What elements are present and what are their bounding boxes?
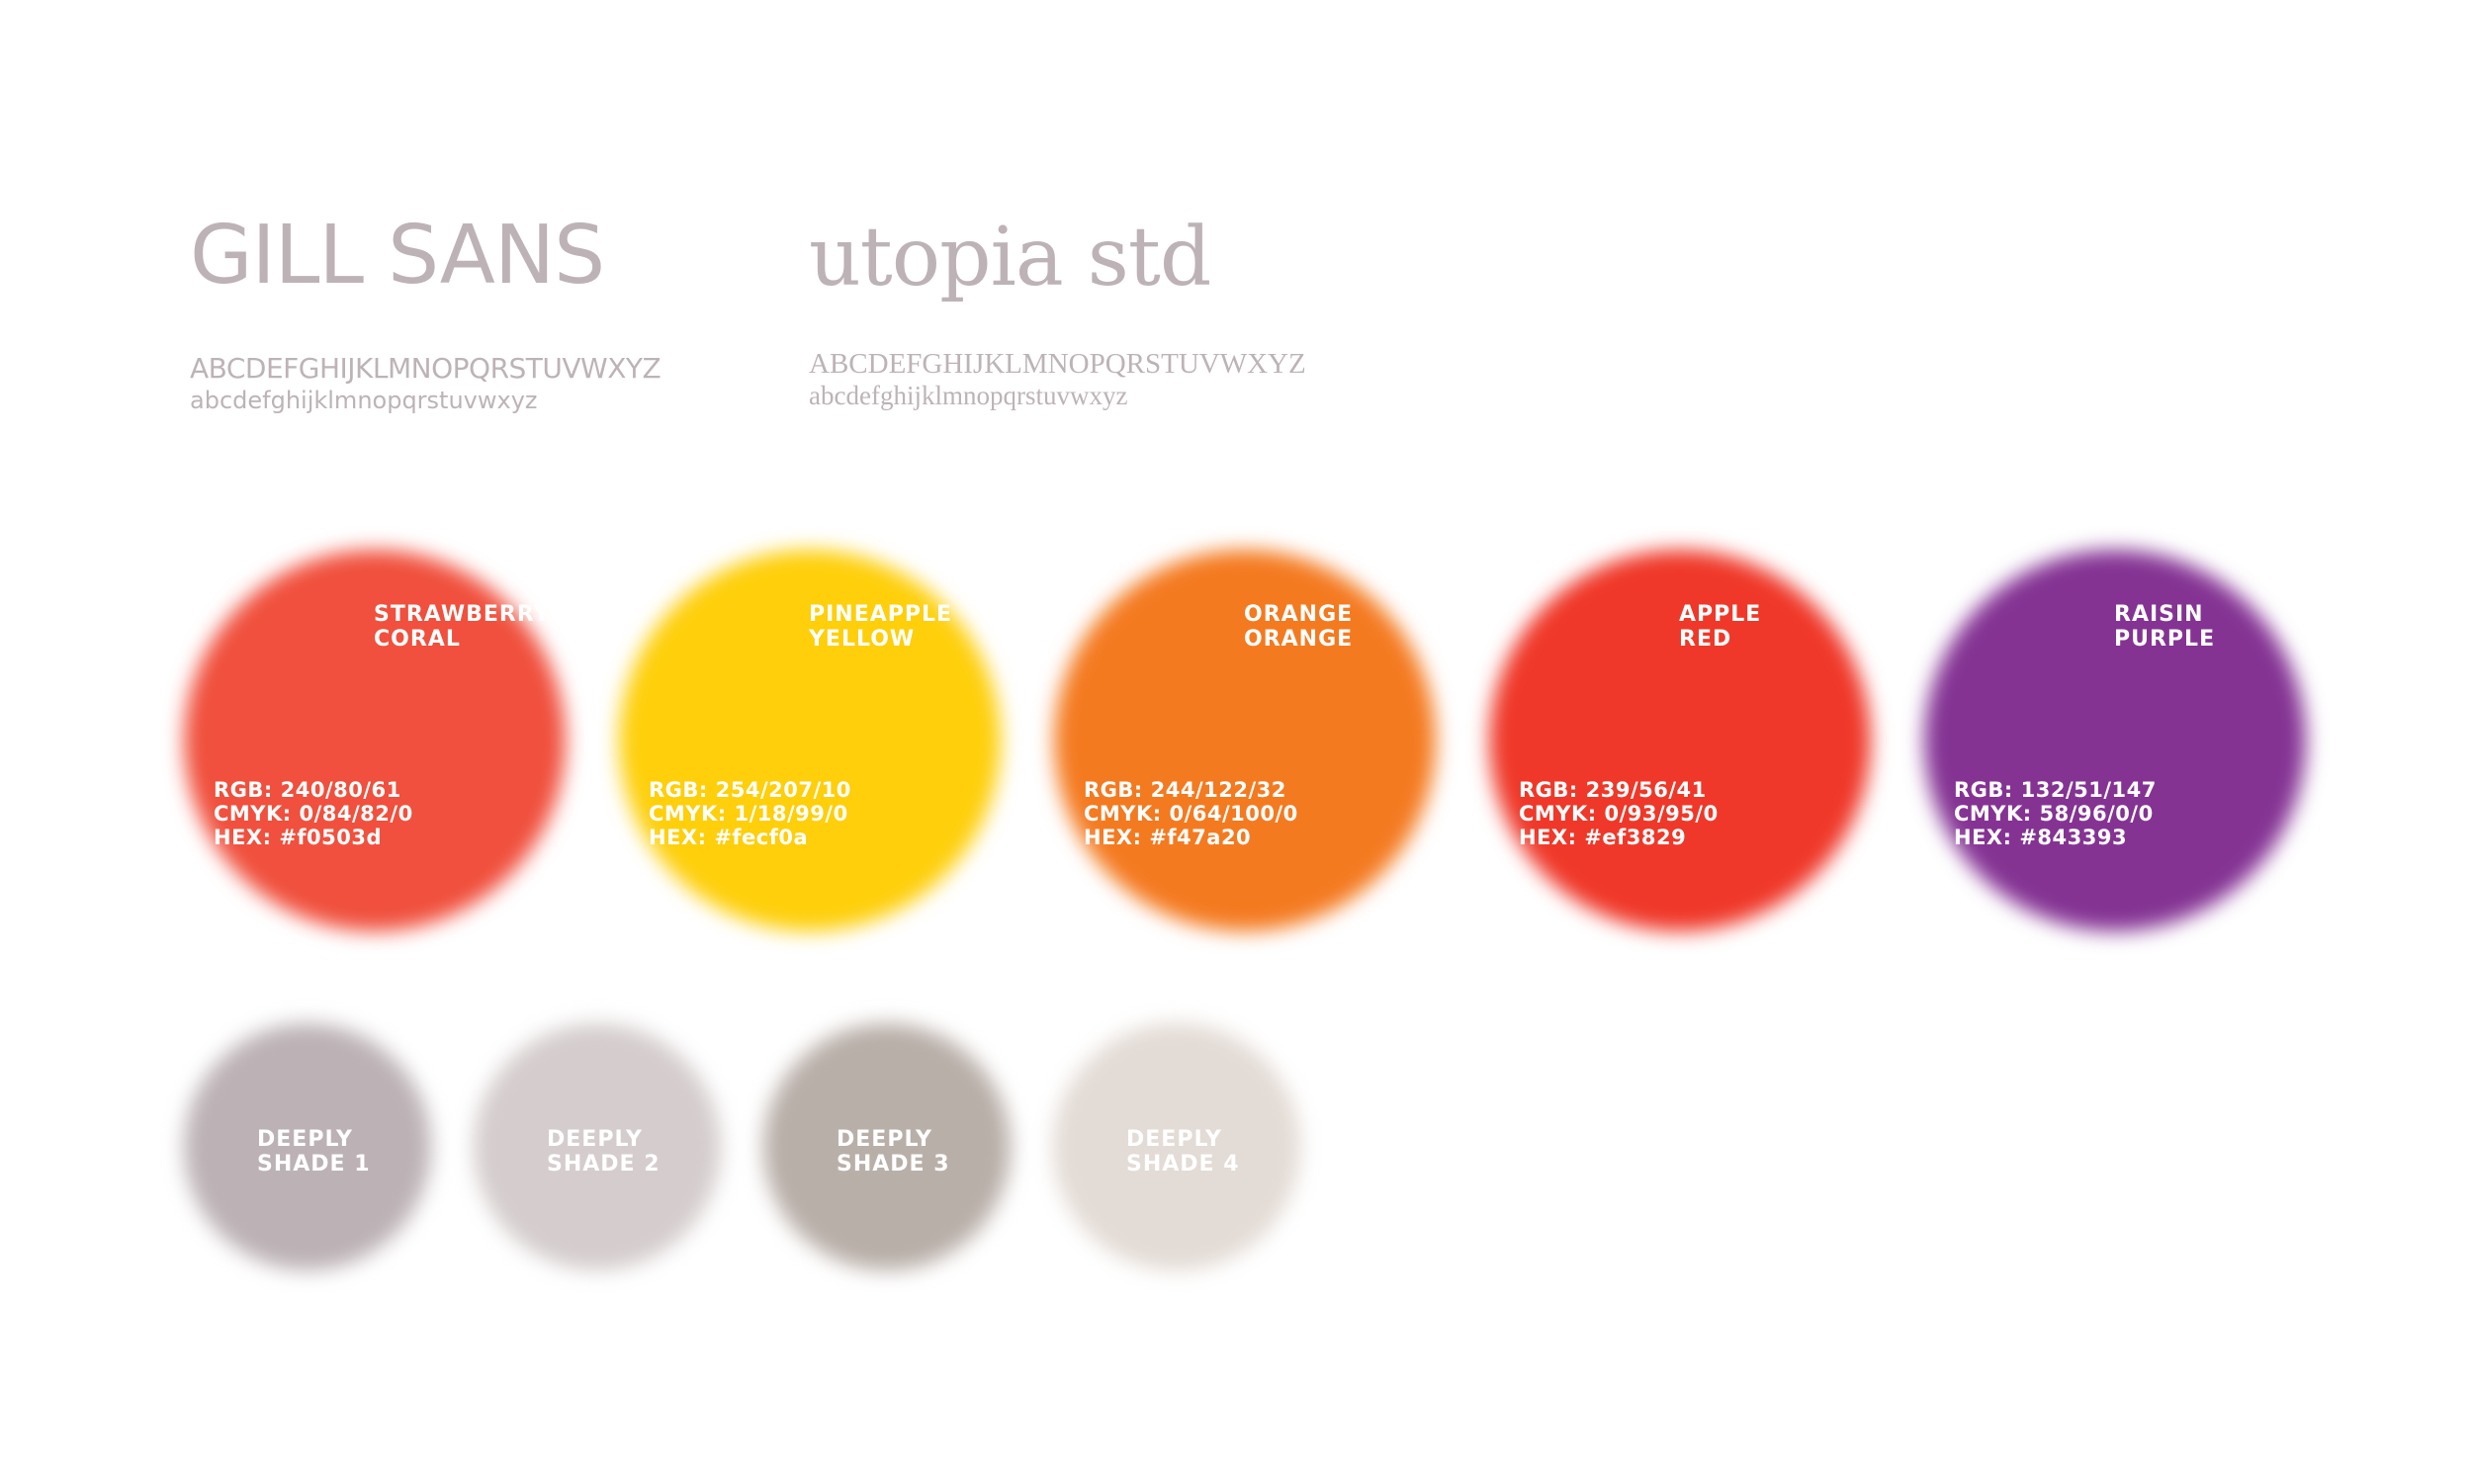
shade-name-1: DEEPLY SHADE 1 (257, 1127, 371, 1177)
color-values-orange-orange: RGB: 244/122/32 CMYK: 0/64/100/0 HEX: #f… (1084, 778, 1298, 849)
color-name-pineapple-yellow: PINEAPPLE YELLOW (809, 602, 953, 652)
color-name-orange-orange: ORANGE ORANGE (1244, 602, 1354, 652)
gill-sans-specimen: GILL SANS ABCDEFGHIJKLMNOPQRSTUVWXYZ abc… (190, 209, 662, 415)
color-name-raisin-purple: RAISIN PURPLE (2114, 602, 2216, 652)
color-values-apple-red: RGB: 239/56/41 CMYK: 0/93/95/0 HEX: #ef3… (1519, 778, 1719, 849)
gill-sans-uppercase: ABCDEFGHIJKLMNOPQRSTUVWXYZ (190, 352, 662, 385)
color-name-strawberry-coral: STRAWBERRY CORAL (374, 602, 551, 652)
utopia-std-lowercase: abcdefghijklmnopqrstuvwxyz (809, 381, 1128, 410)
shade-name-4: DEEPLY SHADE 4 (1126, 1127, 1240, 1177)
gill-sans-lowercase: abcdefghijklmnopqrstuvwxyz (190, 387, 538, 414)
color-name-apple-red: APPLE RED (1679, 602, 1762, 652)
shade-name-3: DEEPLY SHADE 3 (837, 1127, 950, 1177)
color-values-raisin-purple: RGB: 132/51/147 CMYK: 58/96/0/0 HEX: #84… (1954, 778, 2157, 849)
utopia-std-uppercase: ABCDEFGHIJKLMNOPQRSTUVWXYZ (809, 348, 1306, 380)
gill-sans-title: GILL SANS (190, 209, 605, 303)
shade-name-2: DEEPLY SHADE 2 (547, 1127, 661, 1177)
utopia-std-specimen: utopia std ABCDEFGHIJKLMNOPQRSTUVWXYZ ab… (809, 218, 1306, 411)
utopia-std-title: utopia std (809, 211, 1211, 305)
color-values-pineapple-yellow: RGB: 254/207/10 CMYK: 1/18/99/0 HEX: #fe… (649, 778, 851, 849)
color-values-strawberry-coral: RGB: 240/80/61 CMYK: 0/84/82/0 HEX: #f05… (214, 778, 413, 849)
